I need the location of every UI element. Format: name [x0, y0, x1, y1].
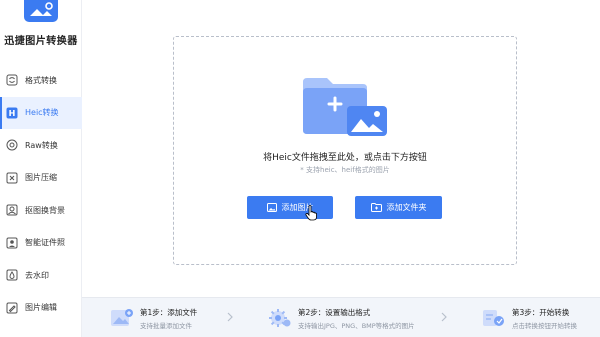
step-3-title: 第3步：开始转换 — [512, 307, 570, 317]
compress-icon — [5, 171, 18, 184]
add-image-button[interactable]: 添加图片 — [247, 196, 333, 219]
sidebar-item-label: 图片编辑 — [25, 303, 57, 313]
folder-image-illustration-icon — [301, 74, 391, 142]
drop-zone-title: 将Heic文件拖拽至此处，或点击下方按钮 — [263, 153, 427, 163]
sidebar-item-label: 图片压缩 — [25, 173, 57, 183]
add-folder-button[interactable]: 添加文件夹 — [355, 196, 442, 219]
step-3-desc: 点击转换按钮开始转换 — [512, 321, 577, 330]
app-window: 迅捷图片转换器 格式转换 H Heic转换 Raw转换 图片压缩 抠图换背景 智… — [0, 0, 600, 337]
sidebar-item-label: Heic转换 — [25, 108, 59, 118]
chevron-right-icon — [227, 312, 233, 322]
convert-icon — [482, 308, 506, 328]
sidebar-item-label: 智能证件照 — [25, 238, 65, 248]
cutout-icon — [5, 204, 18, 217]
refresh-icon — [5, 74, 18, 87]
step-2-desc: 支持输出JPG、PNG、BMP等格式的图片 — [298, 321, 415, 330]
sidebar-item-format-convert[interactable]: 格式转换 — [0, 64, 82, 97]
sidebar: 迅捷图片转换器 格式转换 H Heic转换 Raw转换 图片压缩 抠图换背景 智… — [0, 0, 82, 337]
sidebar-item-cutout[interactable]: 抠图换背景 — [0, 194, 82, 227]
chevron-right-icon — [441, 312, 447, 322]
watermark-icon — [5, 269, 18, 282]
sidebar-item-label: Raw转换 — [25, 140, 58, 150]
step-1-title: 第1步：添加文件 — [140, 307, 198, 317]
svg-text:H: H — [8, 109, 15, 118]
sidebar-item-label: 去水印 — [25, 270, 49, 280]
step-2-title: 第2步：设置输出格式 — [298, 307, 371, 317]
step-1-desc: 支持批量添加文件 — [140, 321, 192, 330]
gear-icon — [268, 308, 292, 328]
folder-plus-icon — [370, 203, 382, 212]
app-logo-icon — [24, 0, 58, 22]
sidebar-item-heic-convert[interactable]: H Heic转换 — [0, 96, 82, 129]
drop-zone-subtitle: * 支持heic、heif格式的图片 — [300, 166, 390, 174]
sidebar-item-raw-convert[interactable]: Raw转换 — [0, 129, 82, 162]
step-3: 第3步：开始转换 点击转换按钮开始转换 — [482, 298, 577, 337]
sidebar-item-label: 格式转换 — [25, 75, 57, 85]
edit-image-icon — [5, 301, 18, 314]
sidebar-item-label: 抠图换背景 — [25, 205, 65, 215]
raw-icon — [5, 139, 18, 152]
sidebar-item-image-edit[interactable]: 图片编辑 — [0, 292, 82, 325]
step-2: 第2步：设置输出格式 支持输出JPG、PNG、BMP等格式的图片 — [268, 298, 415, 337]
app-title: 迅捷图片转换器 — [4, 36, 78, 47]
id-photo-icon — [5, 236, 18, 249]
sidebar-item-compress[interactable]: 图片压缩 — [0, 162, 82, 195]
sidebar-nav: 格式转换 H Heic转换 Raw转换 图片压缩 抠图换背景 智能证件照 去水印… — [0, 64, 82, 324]
step-1: 第1步：添加文件 支持批量添加文件 — [110, 298, 197, 337]
add-file-icon — [110, 308, 134, 328]
hand-pointer-cursor-icon — [305, 205, 317, 221]
heic-icon: H — [5, 106, 18, 119]
add-folder-button-label: 添加文件夹 — [386, 203, 427, 212]
steps-bar: 第1步：添加文件 支持批量添加文件 第2步：设置输出格式 支持输出JPG、PNG… — [82, 297, 600, 337]
image-icon — [266, 203, 277, 212]
sidebar-item-remove-watermark[interactable]: 去水印 — [0, 259, 82, 292]
sidebar-item-id-photo[interactable]: 智能证件照 — [0, 227, 82, 260]
